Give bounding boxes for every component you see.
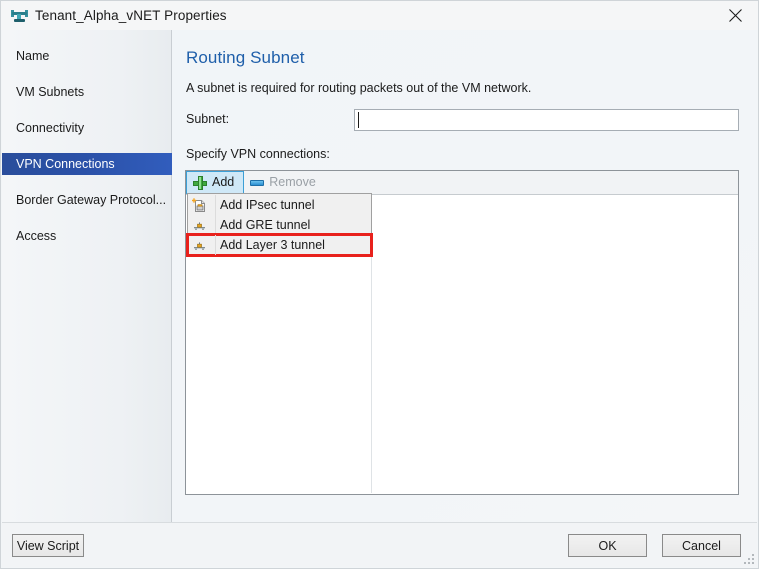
minus-icon bbox=[250, 176, 265, 190]
sidebar-item-label: Name bbox=[16, 49, 50, 63]
menu-item-label: Add IPsec tunnel bbox=[220, 198, 315, 212]
sidebar-item-vpn-connections[interactable]: VPN Connections bbox=[2, 153, 186, 175]
plus-icon bbox=[193, 175, 207, 190]
sidebar-item-border-gateway-protocol[interactable]: Border Gateway Protocol... bbox=[2, 189, 171, 211]
page-description: A subnet is required for routing packets… bbox=[186, 81, 532, 95]
sidebar-item-access[interactable]: Access bbox=[2, 225, 171, 247]
sidebar-item-vm-subnets[interactable]: VM Subnets bbox=[2, 81, 171, 103]
properties-dialog: Tenant_Alpha_vNET Properties Name VM Sub… bbox=[0, 0, 759, 569]
vpn-connections-panel: Add Remove Add IPsec tunnel Add GRE tunn… bbox=[185, 170, 739, 495]
cancel-button[interactable]: Cancel bbox=[662, 534, 741, 557]
network-switch-icon bbox=[11, 7, 28, 24]
dialog-content: Name VM Subnets Connectivity VPN Connect… bbox=[2, 30, 757, 523]
ok-button[interactable]: OK bbox=[568, 534, 647, 557]
remove-button-label: Remove bbox=[269, 175, 316, 190]
window-title: Tenant_Alpha_vNET Properties bbox=[35, 8, 227, 23]
resize-grip-icon[interactable] bbox=[743, 553, 754, 564]
sidebar: Name VM Subnets Connectivity VPN Connect… bbox=[2, 30, 186, 523]
add-button-label: Add bbox=[212, 175, 235, 190]
add-dropdown-menu: Add IPsec tunnel Add GRE tunnel Add Laye… bbox=[186, 193, 373, 257]
sidebar-item-label: VPN Connections bbox=[16, 157, 115, 171]
sidebar-item-label: Access bbox=[16, 229, 57, 243]
dialog-footer: View Script OK Cancel bbox=[2, 522, 757, 567]
remove-button[interactable]: Remove bbox=[244, 171, 325, 194]
subnet-label: Subnet: bbox=[186, 112, 230, 126]
add-button[interactable]: Add bbox=[186, 171, 245, 194]
title-bar: Tenant_Alpha_vNET Properties bbox=[1, 1, 758, 30]
sidebar-item-connectivity[interactable]: Connectivity bbox=[2, 117, 171, 139]
main-pane: Routing Subnet A subnet is required for … bbox=[172, 30, 757, 523]
page-title: Routing Subnet bbox=[186, 48, 305, 67]
sidebar-item-label: Border Gateway Protocol... bbox=[16, 193, 167, 207]
subnet-input[interactable] bbox=[354, 109, 739, 131]
menu-item-add-ipsec-tunnel[interactable]: Add IPsec tunnel bbox=[188, 195, 371, 215]
view-script-button[interactable]: View Script bbox=[12, 534, 84, 557]
text-caret bbox=[358, 112, 359, 128]
menu-item-label: Add GRE tunnel bbox=[220, 218, 311, 232]
new-document-icon bbox=[188, 195, 210, 215]
sidebar-item-label: Connectivity bbox=[16, 121, 85, 135]
sidebar-item-label: VM Subnets bbox=[16, 85, 85, 99]
close-icon[interactable] bbox=[713, 1, 758, 30]
specify-vpn-connections-label: Specify VPN connections: bbox=[186, 147, 330, 161]
sidebar-item-name[interactable]: Name bbox=[2, 45, 171, 67]
menu-item-add-gre-tunnel[interactable]: Add GRE tunnel bbox=[188, 215, 371, 235]
menu-item-add-layer-3-tunnel[interactable]: Add Layer 3 tunnel bbox=[186, 233, 373, 257]
gateway-icon bbox=[188, 215, 210, 235]
gateway-icon bbox=[188, 235, 210, 255]
menu-item-label: Add Layer 3 tunnel bbox=[220, 238, 325, 252]
panel-toolbar: Add Remove bbox=[186, 171, 738, 195]
subnet-row: Subnet: bbox=[186, 109, 739, 131]
